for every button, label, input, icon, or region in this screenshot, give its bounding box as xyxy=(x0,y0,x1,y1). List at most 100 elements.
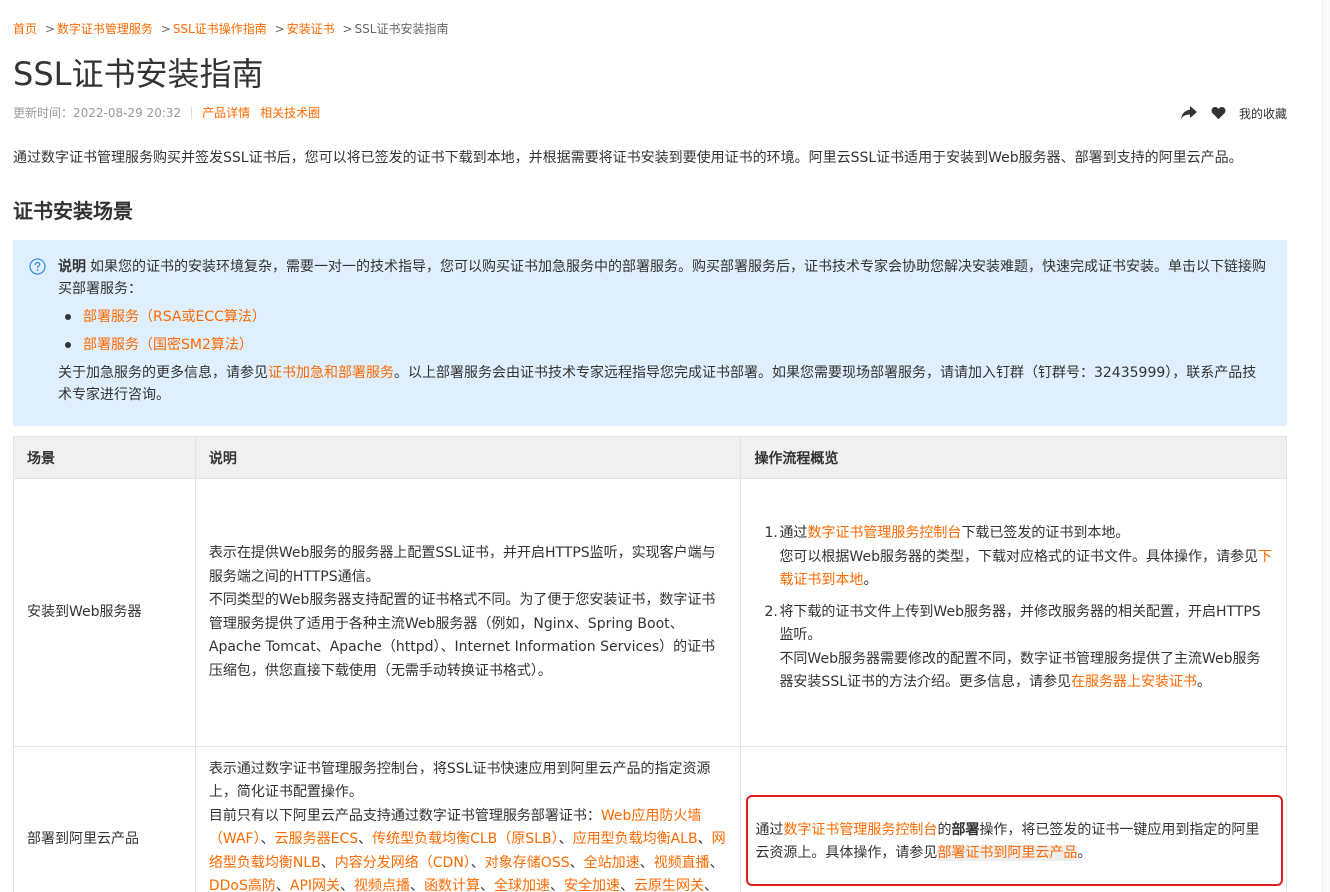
product-link[interactable]: 视频直播 xyxy=(654,855,710,871)
breadcrumb-separator: > xyxy=(342,22,353,36)
list-item: 1. 通过数字证书管理服务控制台下载已签发的证书到本地。 您可以根据Web服务器… xyxy=(754,522,1273,593)
console-link[interactable]: 数字证书管理服务控制台 xyxy=(807,525,961,541)
deploy-service-rsa-link[interactable]: 部署服务（RSA或ECC算法） xyxy=(83,309,266,325)
op-text: 。 xyxy=(1077,845,1092,861)
breadcrumb-separator: > xyxy=(160,22,171,36)
product-link[interactable]: 云服务器ECS xyxy=(275,831,359,847)
note-tail: 关于加急服务的更多信息，请参见证书加急和部署服务。以上部署服务会由证书技术专家远… xyxy=(58,362,1267,406)
breadcrumb-item-home[interactable]: 首页 xyxy=(13,22,37,36)
table-row: 安装到Web服务器 表示在提供Web服务的服务器上配置SSL证书，并开启HTTP… xyxy=(13,478,1287,747)
product-separator: 、 xyxy=(704,878,719,892)
breadcrumb: 首页 > 数字证书管理服务 > SSL证书操作指南 > 安装证书 > SSL证书安装指南 xyxy=(13,21,448,37)
note-text: 如果您的证书的安装环境复杂，需要一对一的技术指导，您可以购买证书加急服务中的部署… xyxy=(58,259,1266,297)
product-separator: 、 xyxy=(340,878,355,892)
scene-cell: 安装到Web服务器 xyxy=(13,478,196,747)
product-separator: 、 xyxy=(639,854,654,871)
meta-divider xyxy=(191,107,193,119)
highlighted-operation: 通过数字证书管理服务控制台的部署操作，将已签发的证书一键应用到指定的阿里云资源上… xyxy=(746,794,1283,886)
step-text: 您可以根据Web服务器的类型，下载对应格式的证书文件。具体操作，请参见 xyxy=(779,548,1258,565)
my-favorites-link[interactable]: 我的收藏 xyxy=(1239,105,1287,122)
breadcrumb-current: SSL证书安装指南 xyxy=(354,22,449,36)
product-separator: 、 xyxy=(410,878,425,892)
product-separator: 、 xyxy=(275,878,290,892)
product-separator: 、 xyxy=(320,854,335,871)
tech-circle-link[interactable]: 相关技术圈 xyxy=(260,105,320,121)
column-header: 操作流程概览 xyxy=(740,436,1287,479)
product-link[interactable]: API网关 xyxy=(290,878,340,892)
product-separator: 、 xyxy=(558,831,573,848)
intro-paragraph: 通过数字证书管理服务购买并签发SSL证书后，您可以将已签发的证书下载到本地，并根… xyxy=(13,150,1243,166)
question-circle-icon xyxy=(29,258,46,275)
product-link[interactable]: 视频点播 xyxy=(354,878,410,892)
deploy-service-sm2-link[interactable]: 部署服务（国密SM2算法） xyxy=(83,337,253,353)
product-link[interactable]: 安全加速 xyxy=(564,878,620,892)
scenarios-table: 场景 说明 操作流程概览 安装到Web服务器 表示在提供Web服务的服务器上配置… xyxy=(13,436,1287,892)
product-link[interactable]: 全站加速 xyxy=(584,855,640,871)
breadcrumb-item-install[interactable]: 安装证书 xyxy=(287,22,335,36)
scene-cell: 部署到阿里云产品 xyxy=(13,746,196,892)
breadcrumb-separator: > xyxy=(44,22,55,36)
note-label: 说明 xyxy=(58,259,86,275)
step-text: 。 xyxy=(1197,674,1212,691)
steps-cell: 1. 通过数字证书管理服务控制台下载已签发的证书到本地。 您可以根据Web服务器… xyxy=(740,478,1287,747)
desc-cell: 表示通过数字证书管理服务控制台，将SSL证书快速应用到阿里云产品的指定资源上，简… xyxy=(194,746,742,892)
doc-meta: 更新时间：2022-08-29 20:32 产品详情 相关技术圈 xyxy=(13,105,330,121)
step-text: 通过 xyxy=(779,525,808,542)
product-separator: 、 xyxy=(709,854,724,871)
breadcrumb-item-cas[interactable]: 数字证书管理服务 xyxy=(57,22,153,36)
list-item: 部署服务（国密SM2算法） xyxy=(65,334,1267,356)
desc-cell: 表示在提供Web服务的服务器上配置SSL证书，并开启HTTPS监听，实现客户端与… xyxy=(194,478,742,747)
product-details-link[interactable]: 产品详情 xyxy=(202,105,250,121)
product-link[interactable]: DDoS高防 xyxy=(209,878,276,892)
step-text: 将下载的证书文件上传到Web服务器，并修改服务器的相关配置，开启HTTPS监听。 xyxy=(779,603,1261,644)
product-link[interactable]: 函数计算 xyxy=(424,878,480,892)
note-lead: 说明 如果您的证书的安装环境复杂，需要一对一的技术指导，您可以购买证书加急服务中的… xyxy=(58,256,1267,300)
step-text: 下载已签发的证书到本地。 xyxy=(961,525,1130,542)
heart-icon[interactable] xyxy=(1210,104,1228,122)
product-separator: 、 xyxy=(550,878,565,892)
op-text: 通过 xyxy=(755,821,784,838)
doc-actions: 我的收藏 xyxy=(1168,104,1287,122)
product-link[interactable]: 全球加速 xyxy=(494,878,550,892)
install-on-server-link[interactable]: 在服务器上安装证书 xyxy=(1071,674,1197,690)
list-item: 2. 将下载的证书文件上传到Web服务器，并修改服务器的相关配置，开启HTTPS… xyxy=(754,601,1273,695)
table-header-row: 场景 说明 操作流程概览 xyxy=(13,436,1287,479)
desc-text: 目前只有以下阿里云产品支持通过数字证书管理服务部署证书： xyxy=(208,807,601,824)
column-header: 说明 xyxy=(194,436,742,479)
urgent-service-link[interactable]: 证书加急和部署服务 xyxy=(268,365,394,381)
breadcrumb-separator: > xyxy=(274,22,285,36)
list-item: 部署服务（RSA或ECC算法） xyxy=(65,306,1267,328)
product-separator: 、 xyxy=(358,831,373,848)
product-separator: 、 xyxy=(470,854,485,871)
product-separator: 、 xyxy=(260,831,275,848)
steps-cell: 通过数字证书管理服务控制台的部署操作，将已签发的证书一键应用到指定的阿里云资源上… xyxy=(740,746,1287,892)
note-link-list: 部署服务（RSA或ECC算法） 部署服务（国密SM2算法） xyxy=(65,306,1267,356)
product-link[interactable]: 内容分发网络（CDN） xyxy=(335,855,471,871)
breadcrumb-item-ssl-guide[interactable]: SSL证书操作指南 xyxy=(173,22,267,36)
step-text: 。 xyxy=(863,572,878,589)
desc-paragraph: 表示在提供Web服务的服务器上配置SSL证书，并开启HTTPS监听，实现客户端与… xyxy=(208,545,716,585)
desc-paragraph: 目前只有以下阿里云产品支持通过数字证书管理服务部署证书：Web应用防火墙（WAF… xyxy=(209,805,728,892)
product-separator: 、 xyxy=(480,878,495,892)
page-title: SSL证书安装指南 xyxy=(13,55,264,93)
product-link[interactable]: 应用型负载均衡ALB xyxy=(573,831,698,847)
product-separator: 、 xyxy=(697,831,712,848)
section-heading: 证书安装场景 xyxy=(13,199,133,223)
table-row: 部署到阿里云产品 表示通过数字证书管理服务控制台，将SSL证书快速应用到阿里云产… xyxy=(13,746,1287,892)
desc-paragraph: 表示通过数字证书管理服务控制台，将SSL证书快速应用到阿里云产品的指定资源上，简… xyxy=(208,760,711,801)
op-text: 的 xyxy=(937,821,952,838)
product-link[interactable]: 云原生网关 xyxy=(634,878,704,892)
note-box: 说明 如果您的证书的安装环境复杂，需要一对一的技术指导，您可以购买证书加急服务中的… xyxy=(13,240,1287,426)
deploy-to-cloud-link[interactable]: 部署证书到阿里云产品 xyxy=(937,845,1078,861)
page-scrollbar[interactable] xyxy=(1322,0,1330,892)
console-link[interactable]: 数字证书管理服务控制台 xyxy=(783,822,937,838)
step-number: 2. xyxy=(764,603,778,620)
product-separator: 、 xyxy=(620,878,635,892)
product-link[interactable]: 对象存储OSS xyxy=(485,855,570,871)
product-separator: 、 xyxy=(569,854,584,871)
note-tail-text: 关于加急服务的更多信息，请参见 xyxy=(58,365,268,381)
op-bold-text: 部署 xyxy=(951,821,980,838)
product-link[interactable]: 传统型负载均衡CLB（原SLB） xyxy=(372,831,558,847)
steps-list: 1. 通过数字证书管理服务控制台下载已签发的证书到本地。 您可以根据Web服务器… xyxy=(754,522,1273,695)
share-icon[interactable] xyxy=(1180,104,1198,122)
